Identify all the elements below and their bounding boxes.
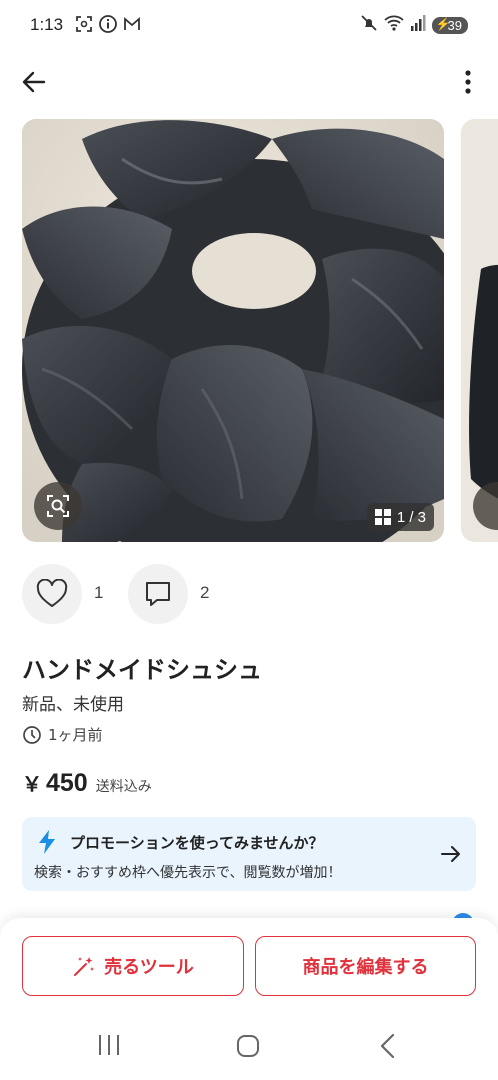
promotion-banner[interactable]: プロモーションを使ってみませんか？ 検索・おすすめ枠へ優先表示で、閲覧数が増加！	[22, 817, 476, 891]
photo-carousel[interactable]: 1 / 3	[0, 119, 498, 543]
home-icon[interactable]	[236, 1034, 260, 1058]
grid-icon	[374, 509, 391, 525]
more-options-button[interactable]	[458, 66, 478, 98]
promotion-subtitle: 検索・おすすめ枠へ優先表示で、閲覧数が増加！	[34, 865, 342, 881]
edit-item-label: 商品を編集する	[302, 957, 429, 978]
scrunchie-image	[22, 119, 444, 542]
recent-apps-icon[interactable]	[96, 1034, 122, 1056]
photo-counter-text: 1 / 3	[396, 508, 426, 526]
heart-icon	[36, 579, 68, 607]
status-right-icons: ⚡ 39	[360, 14, 468, 36]
photo-counter: 1 / 3	[366, 503, 434, 531]
signal-icon	[410, 14, 426, 36]
engagement-actions: 1 2	[22, 564, 482, 624]
image-search-icon	[47, 495, 69, 517]
battery-indicator: ⚡ 39	[431, 16, 468, 34]
status-left-icons	[74, 14, 142, 38]
arrow-right-icon	[441, 846, 460, 862]
image-search-button[interactable]	[34, 482, 82, 530]
shipping-note: 送料込み	[95, 779, 152, 795]
like-count: 1	[94, 583, 104, 602]
promotion-title: プロモーションを使ってみませんか？	[70, 834, 324, 852]
sell-tools-button[interactable]: 売るツール	[22, 936, 244, 996]
price-row: ￥ 450 送料込み	[22, 768, 152, 798]
lightning-icon	[39, 830, 55, 854]
info-icon	[98, 14, 118, 38]
edit-item-button[interactable]: 商品を編集する	[255, 936, 476, 996]
price-value: 450	[46, 769, 88, 797]
clock-icon	[23, 725, 41, 744]
comment-icon	[146, 582, 170, 606]
product-title: ハンドメイドシュシュ	[22, 656, 262, 684]
magic-wand-icon	[74, 957, 95, 976]
sell-tools-label: 売るツール	[104, 957, 194, 978]
comment-button[interactable]	[128, 564, 188, 624]
back-button[interactable]	[18, 66, 50, 98]
currency-symbol: ￥	[22, 772, 42, 796]
posted-time: 1ヶ月前	[22, 724, 103, 745]
app-bar	[0, 58, 498, 104]
product-condition: 新品、未使用	[22, 695, 124, 715]
system-nav-bar	[0, 1010, 498, 1080]
screenshot-icon	[74, 14, 94, 38]
posted-time-text: 1ヶ月前	[48, 726, 103, 744]
product-photo[interactable]: 1 / 3	[22, 119, 444, 542]
more-vert-icon	[465, 70, 471, 94]
next-product-photo[interactable]	[461, 119, 498, 542]
charging-icon: ⚡	[435, 16, 451, 31]
gmail-icon	[122, 14, 142, 38]
comment-count: 2	[200, 583, 210, 602]
back-arrow-icon	[22, 71, 46, 93]
status-bar: 1:13 ⚡ 39	[0, 0, 498, 52]
back-nav-icon[interactable]	[378, 1033, 396, 1059]
like-button[interactable]	[22, 564, 82, 624]
mute-icon	[360, 14, 378, 36]
next-photo-image	[461, 119, 498, 542]
wifi-icon	[383, 14, 404, 36]
status-time: 1:13	[30, 15, 64, 34]
